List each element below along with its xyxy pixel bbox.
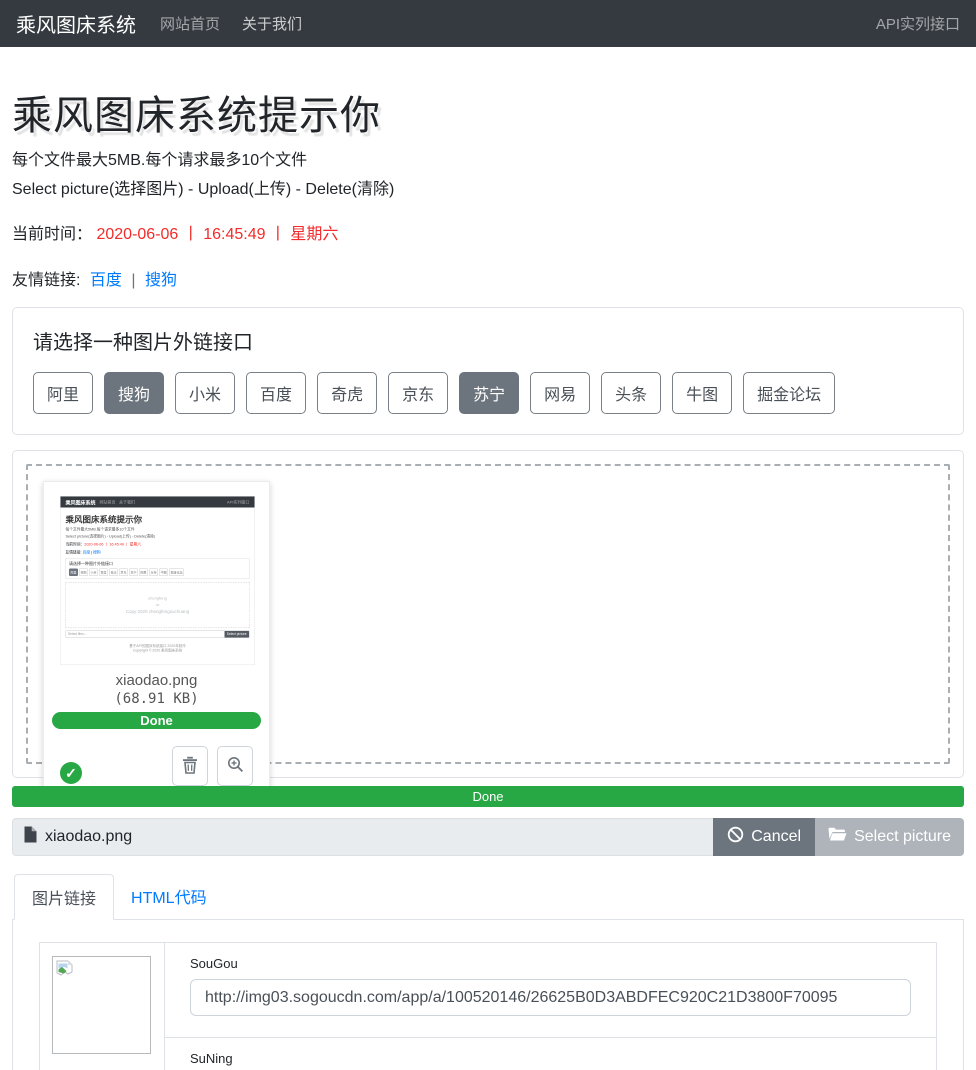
thumbnail-mini-friend-links: 友情链接: 百度 | 搜狗 <box>66 550 250 556</box>
nav-link-about[interactable]: 关于我们 <box>242 13 302 34</box>
page-title: 乘风图床系统提示你 <box>12 83 964 141</box>
zoom-preview-button[interactable] <box>217 746 253 786</box>
friend-links-row: 友情链接: 百度 | 搜狗 <box>12 266 964 290</box>
nav-link-home[interactable]: 网站首页 <box>160 13 220 34</box>
result-tabs: 图片链接 HTML代码 <box>12 874 964 920</box>
result-image-cell <box>40 943 165 1070</box>
tab-html-code[interactable]: HTML代码 <box>114 874 224 920</box>
nav-link-api[interactable]: API实列接口 <box>876 13 960 34</box>
file-icon <box>24 826 37 848</box>
api-button-toutiao[interactable]: 头条 <box>601 372 661 414</box>
zoom-in-icon <box>227 756 244 776</box>
api-button-jd[interactable]: 京东 <box>388 372 448 414</box>
delete-file-button[interactable] <box>172 746 208 786</box>
api-button-ali[interactable]: 阿里 <box>33 372 93 414</box>
friend-links-separator: | <box>131 272 135 289</box>
success-check-icon: ✓ <box>60 762 82 784</box>
api-button-niutu[interactable]: 牛图 <box>672 372 732 414</box>
uploaded-file-size: (68.91 KB) <box>60 691 253 707</box>
result-image-placeholder <box>52 956 151 1054</box>
current-time-row: 当前时间： 2020-06-06 丨 16:45:49 丨 星期六 <box>12 220 964 244</box>
friend-links-label: 友情链接: <box>12 272 80 289</box>
file-card-footer: ✓ <box>60 744 253 786</box>
thumbnail-mini-dropzone: chengfeng or Copy 2020 chengfengxuchuang <box>66 582 250 628</box>
upload-progress-bar: Done <box>12 786 964 807</box>
broken-image-icon <box>56 966 74 983</box>
thumbnail-mini-nav-api: API实列接口 <box>227 499 249 505</box>
thumbnail-mini-brand: 乘风图床系统 <box>66 498 96 506</box>
thumbnail-mini-nav-about: 关于我们 <box>119 499 135 505</box>
select-picture-button[interactable]: Select picture <box>815 818 964 856</box>
upload-panel: 乘风图床系统 网站首页 关于我们 API实列接口 乘风图床系统提示你 每个文件最… <box>12 450 964 778</box>
navbar: 乘风图床系统 网站首页 关于我们 API实列接口 <box>0 0 976 47</box>
thumbnail-mini-time: 当前时间：2020-06-06 丨 16:45:49 丨 星期六 <box>66 542 250 548</box>
tab-image-links[interactable]: 图片链接 <box>14 874 114 920</box>
time-label: 当前时间： <box>12 226 92 243</box>
api-button-baidu[interactable]: 百度 <box>246 372 306 414</box>
uploaded-file-name: xiaodao.png <box>60 672 253 689</box>
thumbnail-mini-body: 乘风图床系统提示你 每个文件最大5MB.每个请求最多10个文件 Select p… <box>61 513 255 654</box>
file-progress-bar: Done <box>52 712 261 729</box>
thumbnail-mini-navbar: 乘风图床系统 网站首页 关于我们 API实列接口 <box>61 497 255 508</box>
api-button-xiaomi[interactable]: 小米 <box>175 372 235 414</box>
upload-dropzone[interactable]: 乘风图床系统 网站首页 关于我们 API实列接口 乘风图床系统提示你 每个文件最… <box>26 464 950 764</box>
api-button-suning[interactable]: 苏宁 <box>459 372 519 414</box>
image-links-tab-panel: SouGou SuNing <box>12 920 964 1070</box>
thumbnail-mini-file-input: Select files... Select picture <box>66 631 250 639</box>
time-value: 2020-06-06 丨 16:45:49 丨 星期六 <box>96 226 338 243</box>
upload-help-text: Select picture(选择图片) - Upload(上传) - Dele… <box>12 175 964 199</box>
upload-limit-text: 每个文件最大5MB.每个请求最多10个文件 <box>12 146 964 170</box>
navbar-brand[interactable]: 乘风图床系统 <box>16 9 136 38</box>
api-button-row: 阿里 搜狗 小米 百度 奇虎 京东 苏宁 网易 头条 牛图 掘金论坛 <box>33 372 943 414</box>
friend-link-sogou[interactable]: 搜狗 <box>145 272 177 289</box>
api-panel-title: 请选择一种图片外链接口 <box>33 326 943 355</box>
cancel-icon <box>727 826 744 848</box>
selected-file-display[interactable]: xiaodao.png <box>12 818 713 856</box>
field-label-sougou: SouGou <box>190 956 911 971</box>
cancel-button[interactable]: Cancel <box>713 818 815 856</box>
trash-icon <box>182 756 198 777</box>
thumbnail-mini-line1: 每个文件最大5MB.每个请求最多10个文件 <box>66 527 250 533</box>
thumbnail-mini-nav-home: 网站首页 <box>100 499 116 505</box>
thumbnail-mini-title: 乘风图床系统提示你 <box>66 513 250 526</box>
thumbnail-mini-line2: Select picture(选择图片) - Upload(上传) - Dele… <box>66 534 250 540</box>
thumbnail-mini-footer: 基于API的图床系统接口 2020年制作 Copyright © 2020 乘风… <box>66 644 250 653</box>
field-label-suning: SuNing <box>190 1051 911 1066</box>
uploaded-file-card: 乘风图床系统 网站首页 关于我们 API实列接口 乘风图床系统提示你 每个文件最… <box>43 481 270 795</box>
api-button-qihu[interactable]: 奇虎 <box>317 372 377 414</box>
api-button-juejin[interactable]: 掘金论坛 <box>743 372 835 414</box>
thumbnail-mini-api-panel: 请选择一种图片外链接口 阿里 搜狗 小米 百度 奇虎 京东 苏宁 网易 <box>66 558 250 579</box>
folder-open-icon <box>828 827 847 847</box>
thumbnail-mini-page: 乘风图床系统 网站首页 关于我们 API实列接口 乘风图床系统提示你 每个文件最… <box>60 496 255 665</box>
uploaded-image-thumbnail[interactable]: 乘风图床系统 网站首页 关于我们 API实列接口 乘风图床系统提示你 每个文件最… <box>60 496 255 665</box>
file-input-group: xiaodao.png Cancel Select picture <box>12 818 964 856</box>
friend-link-baidu[interactable]: 百度 <box>90 272 122 289</box>
api-button-wangyi[interactable]: 网易 <box>530 372 590 414</box>
field-sougou: SouGou <box>165 943 936 1037</box>
api-endpoint-panel: 请选择一种图片外链接口 阿里 搜狗 小米 百度 奇虎 京东 苏宁 网易 头条 牛… <box>12 307 964 435</box>
result-table: SouGou SuNing <box>39 942 937 1070</box>
selected-file-name: xiaodao.png <box>45 828 132 846</box>
field-suning: SuNing <box>165 1037 936 1070</box>
api-button-sogou[interactable]: 搜狗 <box>104 372 164 414</box>
url-input-sougou[interactable] <box>190 979 911 1016</box>
result-fields-cell: SouGou SuNing <box>165 943 936 1070</box>
